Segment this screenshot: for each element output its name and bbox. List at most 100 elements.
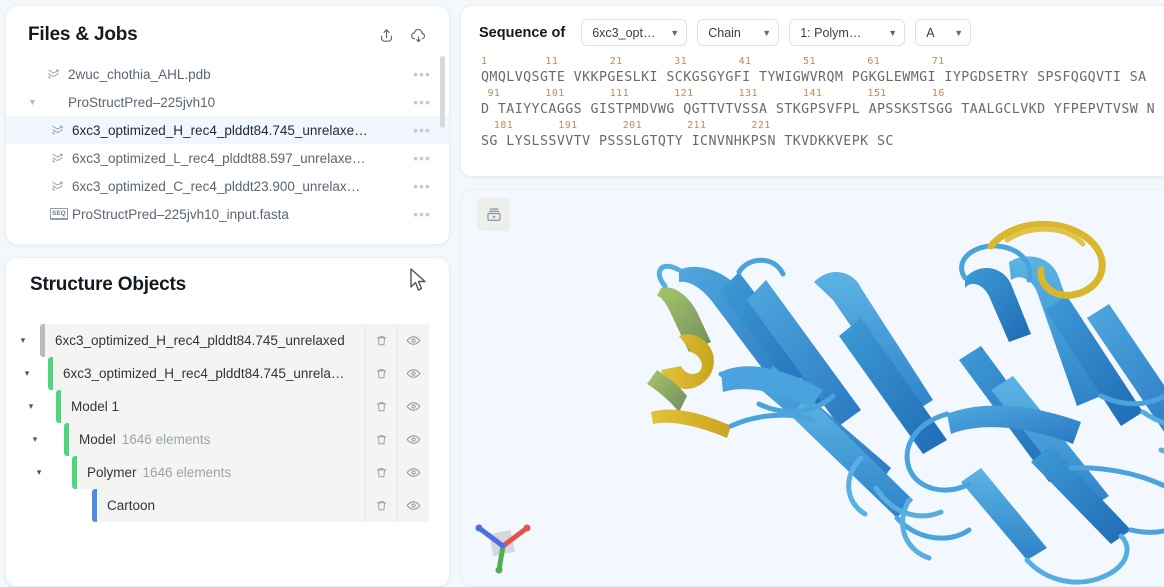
sequence-residues[interactable]: D TAIYYCAGGS GISTPMDVWG QGTTVTVSSA STKGP… (481, 102, 1164, 120)
visibility-icon[interactable] (397, 489, 429, 522)
files-and-jobs-panel: Files & Jobs 2wuc_chothia_AHL.pdb ••• ▼ … (5, 5, 450, 245)
sequence-panel: Sequence of 6xc3_opt… ▼ Chain ▼ 1: Polym… (460, 5, 1164, 177)
tree-row[interactable]: ▾ Model 1 (6, 390, 429, 423)
twisty-placeholder (6, 489, 92, 522)
visibility-icon[interactable] (397, 456, 429, 489)
chevron-down-icon[interactable]: ▾ (6, 390, 56, 423)
tree-row[interactable]: Cartoon (6, 489, 429, 522)
entity-select[interactable]: 1: Polym… ▼ (789, 19, 906, 46)
tree-row-name: Polymer (87, 465, 137, 480)
right-column: Sequence of 6xc3_opt… ▼ Chain ▼ 1: Polym… (460, 5, 1164, 587)
chevron-down-icon[interactable]: ▾ (6, 357, 48, 390)
chevron-down-icon[interactable]: ▾ (6, 456, 72, 489)
list-item-selected[interactable]: 6xc3_optimized_H_rec4_plddt84.745_unrela… (6, 116, 449, 144)
tree-row[interactable]: ▾ 6xc3_optimized_H_rec4_plddt84.745_unre… (6, 324, 429, 357)
file-name: 6xc3_optimized_C_rec4_plddt23.900_unrela… (72, 178, 361, 194)
chevron-down-icon[interactable]: ▾ (6, 423, 64, 456)
structure-icon (50, 151, 72, 165)
files-panel-title: Files & Jobs (28, 24, 138, 45)
sequence-body: 1 11 21 31 41 51 61 71 QMQLVQSGTE VKKPGE… (461, 56, 1164, 152)
files-panel-header: Files & Jobs (6, 6, 449, 56)
sequence-block: 181 191 201 211 221 SG LYSLSSVVTV PSSSLG… (481, 120, 1164, 152)
visibility-icon[interactable] (397, 390, 429, 423)
delete-icon[interactable] (365, 456, 397, 489)
file-menu-icon[interactable]: ••• (409, 67, 435, 81)
cloud-download-icon[interactable] (405, 22, 431, 48)
sequence-block: 91 101 111 121 131 141 151 16 D TAIYYCAG… (481, 88, 1164, 120)
sequence-residues[interactable]: SG LYSLSSVVTV PSSSLGTQTY ICNVNHKPSN TKVD… (481, 134, 1164, 152)
snapshot-icon[interactable] (477, 198, 510, 231)
list-item[interactable]: ▼ ProStructPred–225jvh10 ••• (6, 88, 449, 116)
tree-row-body[interactable]: Model 1 (56, 390, 429, 423)
list-item[interactable]: 6xc3_optimized_C_rec4_plddt23.900_unrela… (6, 172, 449, 200)
tree-row-label: 6xc3_optimized_H_rec4_plddt84.745_unrela… (45, 324, 365, 357)
file-name: 2wuc_chothia_AHL.pdb (68, 66, 211, 82)
structure-icon (50, 123, 72, 137)
structure-tree: ▾ 6xc3_optimized_H_rec4_plddt84.745_unre… (6, 304, 449, 522)
sequence-ruler: 91 101 111 121 131 141 151 16 (481, 88, 945, 99)
left-column: Files & Jobs 2wuc_chothia_AHL.pdb ••• ▼ … (5, 5, 450, 587)
delete-icon[interactable] (365, 324, 397, 357)
tree-row-label: Polymer 1646 elements (77, 456, 365, 489)
tree-row[interactable]: ▾ Polymer 1646 elements (6, 456, 429, 489)
structure-panel-header: Structure Objects (6, 258, 449, 304)
entity-select-value: 1: Polym… (800, 25, 862, 40)
file-menu-icon[interactable]: ••• (409, 179, 435, 193)
tree-row-name: Model 1 (71, 399, 120, 414)
list-item[interactable]: 6xc3_optimized_L_rec4_plddt88.597_unrela… (6, 144, 449, 172)
file-menu-icon[interactable]: ••• (409, 151, 435, 165)
file-name: ProStructPred–225jvh10 (68, 94, 216, 110)
file-menu-icon[interactable]: ••• (409, 207, 435, 221)
visibility-icon[interactable] (397, 357, 429, 390)
tree-row-body[interactable]: 6xc3_optimized_H_rec4_plddt84.745_unrela… (48, 357, 429, 390)
file-menu-icon[interactable]: ••• (409, 95, 435, 109)
chain-id-select[interactable]: A ▼ (915, 19, 972, 46)
sequence-ruler: 1 11 21 31 41 51 61 71 (481, 56, 945, 67)
tree-row-sublabel: 1646 elements (121, 432, 211, 447)
tree-row[interactable]: ▾ 6xc3_optimized_H_rec4_plddt84.745_unre… (6, 357, 429, 390)
tree-row-body[interactable]: Cartoon (92, 489, 429, 522)
tree-row-name: 6xc3_optimized_H_rec4_plddt84.745_unrela… (55, 333, 345, 348)
tree-row-name: Cartoon (107, 498, 156, 513)
tree-row-body[interactable]: Polymer 1646 elements (72, 456, 429, 489)
delete-icon[interactable] (365, 489, 397, 522)
visibility-icon[interactable] (397, 423, 429, 456)
tree-row-body[interactable]: Model 1646 elements (64, 423, 429, 456)
list-item[interactable]: 2wuc_chothia_AHL.pdb ••• (6, 60, 449, 88)
chain-select[interactable]: Chain ▼ (697, 19, 780, 46)
file-name: 6xc3_optimized_L_rec4_plddt88.597_unrela… (72, 150, 366, 166)
tree-row-body[interactable]: 6xc3_optimized_H_rec4_plddt84.745_unrela… (40, 324, 429, 357)
delete-icon[interactable] (365, 390, 397, 423)
file-list: 2wuc_chothia_AHL.pdb ••• ▼ ProStructPred… (6, 56, 449, 228)
seq-icon-label: SEQ (50, 208, 68, 220)
file-name: ProStructPred–225jvh10_input.fasta (72, 206, 289, 222)
structure-select[interactable]: 6xc3_opt… ▼ (581, 19, 688, 46)
delete-icon[interactable] (365, 423, 397, 456)
axis-orientation-widget[interactable] (469, 508, 543, 582)
list-item[interactable]: SEQ ProStructPred–225jvh10_input.fasta •… (6, 200, 449, 228)
protein-cartoon-render (647, 220, 1164, 585)
structure-icon (46, 67, 68, 81)
sequence-panel-header: Sequence of 6xc3_opt… ▼ Chain ▼ 1: Polym… (461, 6, 1164, 56)
chevron-down-icon[interactable]: ▼ (28, 97, 46, 107)
chevron-down-icon[interactable]: ▾ (6, 324, 40, 357)
structure-panel-title: Structure Objects (30, 274, 187, 295)
structure-viewer[interactable] (460, 189, 1164, 587)
sequence-ruler: 181 191 201 211 221 (481, 120, 771, 131)
tree-row[interactable]: ▾ Model 1646 elements (6, 423, 429, 456)
tree-row-label: Cartoon (97, 489, 365, 522)
delete-icon[interactable] (365, 357, 397, 390)
tree-row-name: Model (79, 432, 116, 447)
sequence-block: 1 11 21 31 41 51 61 71 QMQLVQSGTE VKKPGE… (481, 56, 1164, 88)
visibility-icon[interactable] (397, 324, 429, 357)
chevron-down-icon: ▼ (888, 27, 898, 38)
sequence-residues[interactable]: QMQLVQSGTE VKKPGESLKI SCKGSGYGFI TYWIGWV… (481, 70, 1164, 88)
chevron-down-icon: ▼ (954, 27, 964, 38)
file-menu-icon[interactable]: ••• (409, 123, 435, 137)
upload-icon[interactable] (373, 22, 399, 48)
chevron-down-icon: ▼ (762, 27, 772, 38)
seq-icon: SEQ (50, 208, 72, 220)
files-scrollbar[interactable] (440, 56, 445, 128)
tree-row-label: Model 1646 elements (69, 423, 365, 456)
structure-icon (50, 179, 72, 193)
